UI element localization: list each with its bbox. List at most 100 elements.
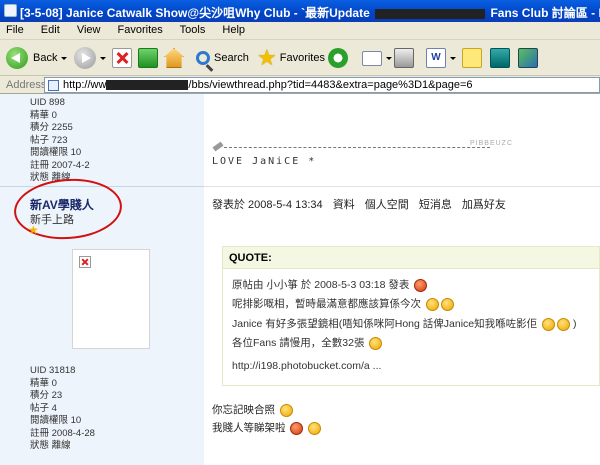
profile-link[interactable]: 資料 xyxy=(333,199,355,211)
redacted-block xyxy=(375,8,486,19)
post-divider xyxy=(204,186,600,187)
edit-button[interactable]: W xyxy=(426,45,456,71)
home-button[interactable] xyxy=(164,45,184,71)
quote-text-1: 呢排影嘅相，暫時最滿意都應該算係今次 xyxy=(232,298,421,310)
post-meta: 發表於 2008-5-4 13:34 資料 個人空間 短消息 加爲好友 xyxy=(212,196,513,212)
url-suffix: /bbs/viewthread.php?tid=4483&extra=page%… xyxy=(188,79,473,91)
window-title-bar[interactable]: [3-5-08] Janice Catwalk Show@尖沙咀Why Club… xyxy=(0,0,600,22)
signature-divider xyxy=(224,147,490,148)
home-icon xyxy=(164,48,184,68)
refresh-icon xyxy=(138,48,158,68)
forum-content: UID 898 精華 0 積分 2255 帖子 723 閱讀權限 10 註冊 2… xyxy=(0,94,600,465)
mail-button[interactable] xyxy=(362,45,392,71)
stop-button[interactable] xyxy=(112,45,132,71)
mail-dropdown-icon[interactable] xyxy=(386,56,392,60)
favorites-label: Favorites xyxy=(279,52,325,64)
media-button[interactable] xyxy=(518,45,538,71)
favorites-star-icon: ★ xyxy=(257,45,277,70)
window-title-part1: [3-5-08] Janice Catwalk Show@尖沙咀Why Club… xyxy=(20,6,370,20)
add-friend-link[interactable]: 加爲好友 xyxy=(462,199,506,211)
print-button[interactable] xyxy=(394,45,414,71)
quote-author-text: 原帖由 小小箏 於 2008-5-3 03:18 發表 xyxy=(232,279,410,291)
note-icon xyxy=(462,48,482,68)
stat-posts: 帖子 723 xyxy=(30,134,68,146)
post-date: 發表於 2008-5-4 13:34 xyxy=(212,199,323,211)
quote-link[interactable]: http://i198.photobucket.com/a ... xyxy=(232,360,381,372)
stat-digest: 精華 0 xyxy=(30,377,57,389)
toolbar: Back Search ★ Favorites W xyxy=(0,40,600,76)
quote-box: QUOTE: 原帖由 小小箏 於 2008-5-3 03:18 發表 呢排影嘅相… xyxy=(222,246,600,386)
search-icon xyxy=(196,51,210,65)
stat-registered: 註冊 2008-4-28 xyxy=(30,427,95,439)
smiley-icon xyxy=(542,317,556,331)
page-icon xyxy=(48,80,59,91)
poster1-stats: UID 898 精華 0 積分 2255 帖子 723 閱讀權限 10 註冊 2… xyxy=(30,97,90,185)
stat-posts: 帖子 4 xyxy=(30,402,57,414)
messenger-button[interactable] xyxy=(490,45,510,71)
signature-text: LOVE JaNiCE * xyxy=(212,156,317,167)
smiley-icon xyxy=(425,297,439,311)
menu-view[interactable]: View xyxy=(77,24,101,36)
avatar xyxy=(72,249,150,349)
discuss-button[interactable] xyxy=(462,45,482,71)
stat-uid: UID 898 xyxy=(30,97,65,108)
forward-button[interactable] xyxy=(74,45,106,71)
redacted-block xyxy=(106,80,189,91)
smiley-icon xyxy=(440,297,454,311)
forward-dropdown-icon[interactable] xyxy=(100,56,106,60)
menu-favorites[interactable]: Favorites xyxy=(118,24,163,36)
media-icon xyxy=(518,48,538,68)
address-input[interactable]: http://ww/bbs/viewthread.php?tid=4483&ex… xyxy=(44,77,600,93)
stat-status: 狀態 離線 xyxy=(30,440,71,451)
quote-line-1: 呢排影嘅相，暫時最滿意都應該算係今次 xyxy=(232,296,454,311)
menu-file[interactable]: File xyxy=(6,24,24,36)
quote-header: QUOTE: xyxy=(223,247,599,269)
back-label: Back xyxy=(33,52,58,64)
stat-digest: 精華 0 xyxy=(30,109,57,121)
search-button[interactable]: Search xyxy=(196,45,249,71)
signature-tag: PIBBEUZC xyxy=(470,140,514,147)
menu-tools[interactable]: Tools xyxy=(180,24,206,36)
quote-text-2-end: ) xyxy=(572,318,577,330)
back-button[interactable]: Back xyxy=(6,45,68,71)
jump-to-post-icon[interactable] xyxy=(414,278,428,292)
stat-points: 積分 23 xyxy=(30,390,63,401)
menu-help[interactable]: Help xyxy=(222,24,245,36)
history-icon xyxy=(328,48,348,68)
stat-uid: UID 31818 xyxy=(30,365,76,376)
broken-image-icon xyxy=(79,256,91,268)
edit-dropdown-icon[interactable] xyxy=(450,56,456,60)
stat-points: 積分 2255 xyxy=(30,122,73,133)
forward-arrow-icon xyxy=(74,47,96,69)
message-link[interactable]: 短消息 xyxy=(419,199,452,211)
reply-line-2: 我賤人等睇架啦 xyxy=(212,420,322,435)
address-bar: Address http://ww/bbs/viewthread.php?tid… xyxy=(0,76,600,94)
mail-icon xyxy=(362,50,382,66)
window-title-part2: Fans Club 討論區 - Powered xyxy=(490,6,600,20)
refresh-button[interactable] xyxy=(138,45,158,71)
rank-star-icon: ★ xyxy=(28,223,39,237)
personal-space-link[interactable]: 個人空間 xyxy=(365,199,409,211)
stop-icon xyxy=(112,48,132,68)
quote-text-2: Janice 有好多張望鏡相(唔知係咪阿Hong 話俾Janice知我喺咗影佢 xyxy=(232,318,538,330)
reply-line-1: 你忘記映合照 xyxy=(212,402,293,417)
favorites-button[interactable]: ★ Favorites xyxy=(257,45,325,71)
history-button[interactable] xyxy=(328,45,348,71)
url-prefix: http://ww xyxy=(63,79,107,91)
smiley-icon xyxy=(369,336,383,350)
smiley-icon xyxy=(308,421,322,435)
reply-text-1: 你忘記映合照 xyxy=(212,404,275,416)
stat-registered: 註冊 2007-4-2 xyxy=(30,159,90,171)
back-arrow-icon xyxy=(6,47,28,69)
angry-icon xyxy=(290,421,304,435)
quote-author-line: 原帖由 小小箏 於 2008-5-3 03:18 發表 xyxy=(232,277,428,292)
stat-read-permission: 閱讀權限 10 xyxy=(30,415,82,426)
back-dropdown-icon[interactable] xyxy=(61,56,68,60)
pencil-icon xyxy=(212,141,224,152)
quote-line-2: Janice 有好多張望鏡相(唔知係咪阿Hong 話俾Janice知我喺咗影佢 … xyxy=(232,316,576,331)
reply-text-2: 我賤人等睇架啦 xyxy=(212,422,286,434)
stat-read-permission: 閱讀權限 10 xyxy=(30,147,82,158)
print-icon xyxy=(394,48,414,68)
menu-edit[interactable]: Edit xyxy=(41,24,60,36)
address-label: Address xyxy=(6,79,47,91)
